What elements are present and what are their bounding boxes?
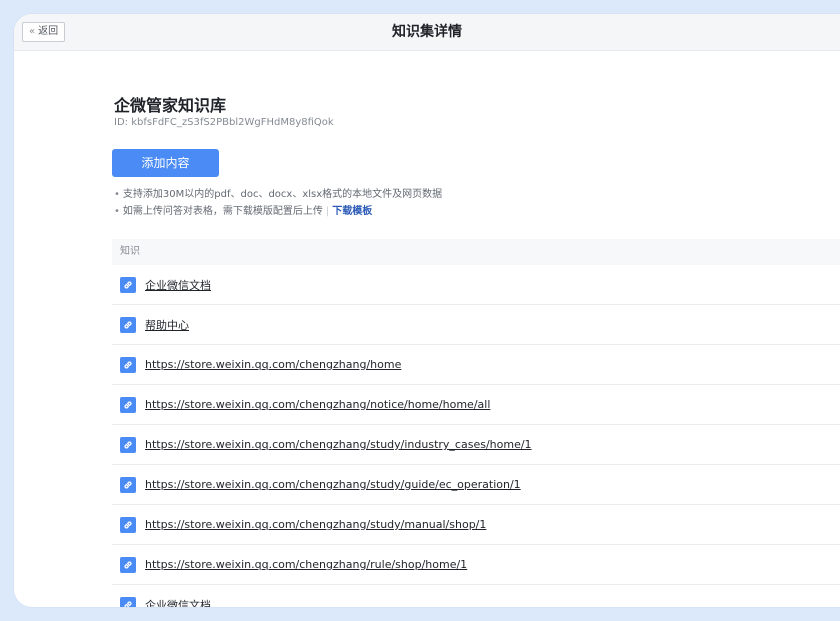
knowledge-link[interactable]: https://store.weixin.qq.com/chengzhang/s… (145, 518, 486, 531)
link-icon (120, 356, 136, 373)
knowledge-link[interactable]: https://store.weixin.qq.com/chengzhang/s… (145, 438, 532, 451)
knowledge-link[interactable]: 企业微信文档 (145, 277, 211, 293)
knowledge-base-name: 企微管家知识库 (114, 96, 227, 115)
tips-list: • 支持添加30M以内的pdf、doc、docx、xlsx格式的本地文件及网页数据… (114, 186, 442, 220)
table-row: https://store.weixin.qq.com/chengzhang/n… (112, 385, 840, 425)
add-content-button[interactable]: 添加内容 (112, 149, 219, 177)
bullet-icon: • (114, 189, 120, 200)
page-title: 知识集详情 (392, 24, 462, 40)
tip-text: 如需上传问答对表格，需下载模版配置后上传 (122, 206, 323, 217)
tip-text: 支持添加30M以内的pdf、doc、docx、xlsx格式的本地文件及网页数据 (122, 189, 443, 200)
link-icon (120, 476, 136, 493)
knowledge-base-id: ID: kbfsFdFC_zS3fS2PBbl2WgFHdM8y8fiQok (114, 117, 334, 128)
table-row: https://store.weixin.qq.com/chengzhang/r… (112, 545, 840, 585)
table-row: https://store.weixin.qq.com/chengzhang/h… (112, 345, 840, 385)
tip-item: • 支持添加30M以内的pdf、doc、docx、xlsx格式的本地文件及网页数据 (114, 186, 442, 203)
knowledge-table: 知识 企业微信文档 帮助中心 https://store.weixin.qq.com… (112, 239, 840, 607)
tip-item: • 如需上传问答对表格，需下载模版配置后上传 | 下载模板 (114, 203, 442, 220)
app-window: « 返回 知识集详情 企微管家知识库 ID: kbfsFdFC_zS3fS2PB… (14, 14, 840, 607)
knowledge-link[interactable]: https://store.weixin.qq.com/chengzhang/n… (145, 398, 490, 411)
table-row: 企业微信文档 (112, 265, 840, 305)
knowledge-link[interactable]: 帮助中心 (145, 317, 189, 333)
link-icon (120, 276, 136, 293)
table-row: https://store.weixin.qq.com/chengzhang/s… (112, 465, 840, 505)
main-content: 企微管家知识库 ID: kbfsFdFC_zS3fS2PBbl2WgFHdM8y… (112, 50, 840, 607)
knowledge-link[interactable]: https://store.weixin.qq.com/chengzhang/r… (145, 558, 467, 571)
link-icon (120, 396, 136, 413)
link-icon (120, 516, 136, 533)
download-template-link[interactable]: 下载模板 (332, 206, 372, 217)
link-icon (120, 596, 136, 607)
header-bar: « 返回 知识集详情 (14, 14, 840, 51)
knowledge-link[interactable]: https://store.weixin.qq.com/chengzhang/h… (145, 358, 401, 371)
table-row: https://store.weixin.qq.com/chengzhang/s… (112, 425, 840, 465)
knowledge-link[interactable]: https://store.weixin.qq.com/chengzhang/s… (145, 478, 521, 491)
table-row: 帮助中心 (112, 305, 840, 345)
link-icon (120, 556, 136, 573)
table-row: https://store.weixin.qq.com/chengzhang/s… (112, 505, 840, 545)
table-header: 知识 (112, 239, 840, 265)
table-row: 企业微信文档 (112, 585, 840, 607)
link-icon (120, 436, 136, 453)
link-icon (120, 316, 136, 333)
bullet-icon: • (114, 206, 120, 217)
divider: | (325, 206, 330, 217)
knowledge-link[interactable]: 企业微信文档 (145, 597, 211, 608)
table-body: 企业微信文档 帮助中心 https://store.weixin.qq.com/ch… (112, 265, 840, 607)
